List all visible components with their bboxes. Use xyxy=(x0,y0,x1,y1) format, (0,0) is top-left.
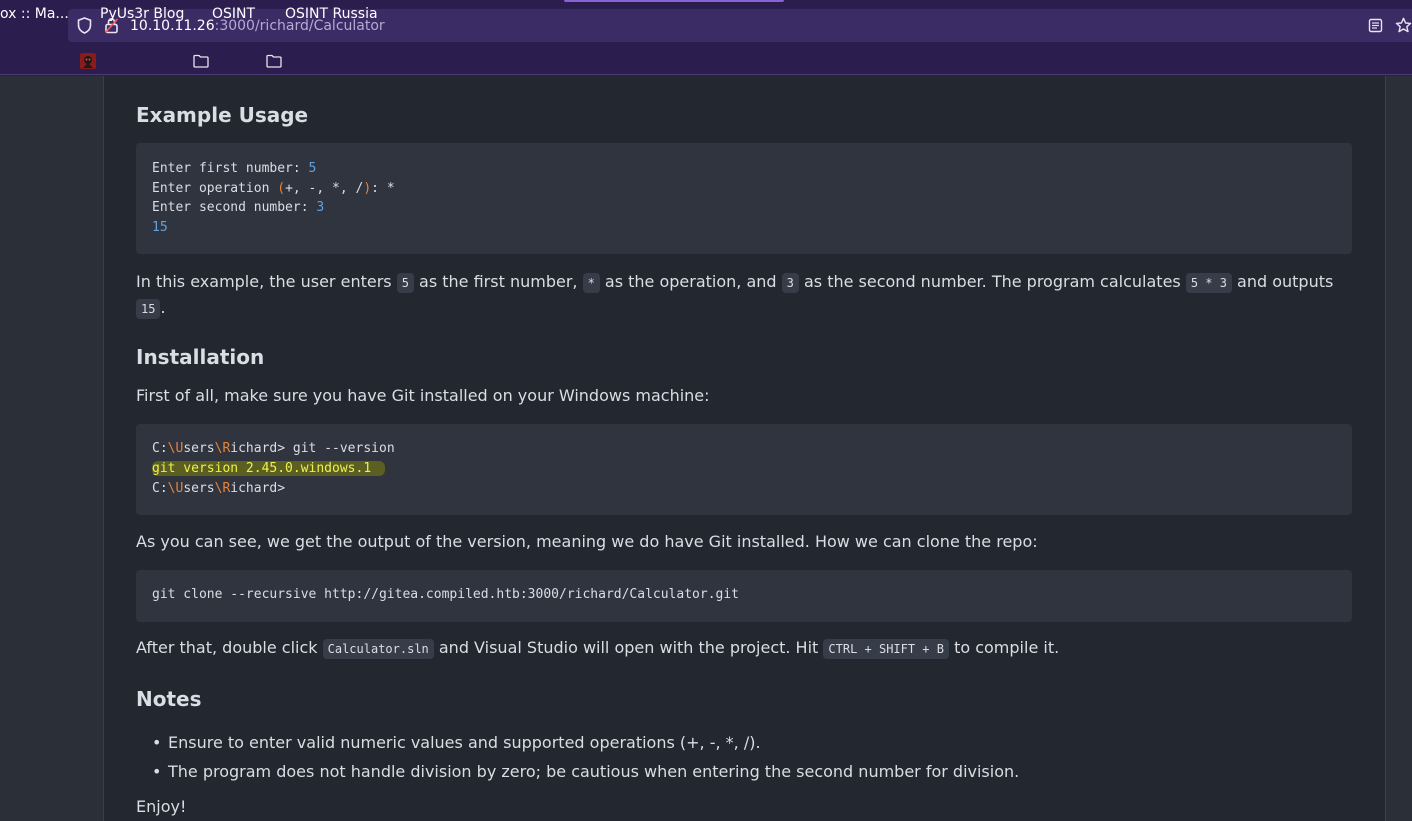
code-line: Enter first number: 5 xyxy=(152,161,317,176)
installation-heading: Installation xyxy=(136,345,265,369)
code-line: git clone --recursive http://gitea.compi… xyxy=(152,587,739,602)
bookmark-item-mah[interactable]: ox :: Ma... xyxy=(0,4,69,24)
code-line: 15 xyxy=(152,220,168,235)
bookmark-star-icon[interactable] xyxy=(1395,17,1412,34)
inline-code: 3 xyxy=(781,273,799,293)
shield-icon[interactable] xyxy=(77,17,92,34)
code-line: Enter operation (+, -, *, /): * xyxy=(152,181,395,196)
bookmark-folder-osint-russia[interactable]: OSINT Russia xyxy=(285,4,378,24)
inline-code: * xyxy=(582,273,600,293)
pyus3r-favicon-icon xyxy=(80,53,96,69)
inline-code: Calculator.sln xyxy=(322,639,434,659)
example-explanation-line-2: 15. xyxy=(136,295,166,322)
page-left-gutter xyxy=(0,76,104,821)
installation-intro: First of all, make sure you have Git ins… xyxy=(136,386,710,405)
active-tab-indicator xyxy=(564,0,784,2)
bookmark-item-pyus3r-blog[interactable]: PyUs3r Blog xyxy=(100,4,184,24)
bookmark-folder-osint[interactable]: OSINT xyxy=(212,4,255,24)
notes-heading: Notes xyxy=(136,687,202,711)
notes-list: Ensure to enter valid numeric values and… xyxy=(152,728,1019,786)
page-right-gutter xyxy=(1385,76,1412,821)
list-item: Ensure to enter valid numeric values and… xyxy=(152,728,1019,757)
code-line: C:\Users\Richard> xyxy=(152,481,286,496)
folder-icon xyxy=(266,54,282,68)
closing-text: Enjoy! xyxy=(136,797,187,816)
after-clone-text: After that, double click Calculator.sln … xyxy=(136,638,1060,659)
list-item: The program does not handle division by … xyxy=(152,757,1019,786)
inline-code: CTRL + SHIFT + B xyxy=(823,639,949,659)
inline-code: 5 xyxy=(396,273,414,293)
code-line-highlighted: git version 2.45.0.windows.1 xyxy=(152,460,386,478)
code-line: Enter second number: 3 xyxy=(152,200,325,215)
folder-icon xyxy=(193,54,209,68)
highlighter-mark: git version 2.45.0.windows.1 xyxy=(152,461,386,476)
example-usage-heading: Example Usage xyxy=(136,103,309,127)
clone-intro: As you can see, we get the output of the… xyxy=(136,532,1038,551)
bookmarks-toolbar xyxy=(0,48,1412,75)
example-explanation-line-1: In this example, the user enters 5 as th… xyxy=(136,272,1334,293)
inline-code: 5 * 3 xyxy=(1185,273,1232,293)
inline-code: 15 xyxy=(136,299,161,319)
code-line: C:\Users\Richard> git --version xyxy=(152,441,395,456)
reader-view-icon[interactable] xyxy=(1368,18,1383,33)
